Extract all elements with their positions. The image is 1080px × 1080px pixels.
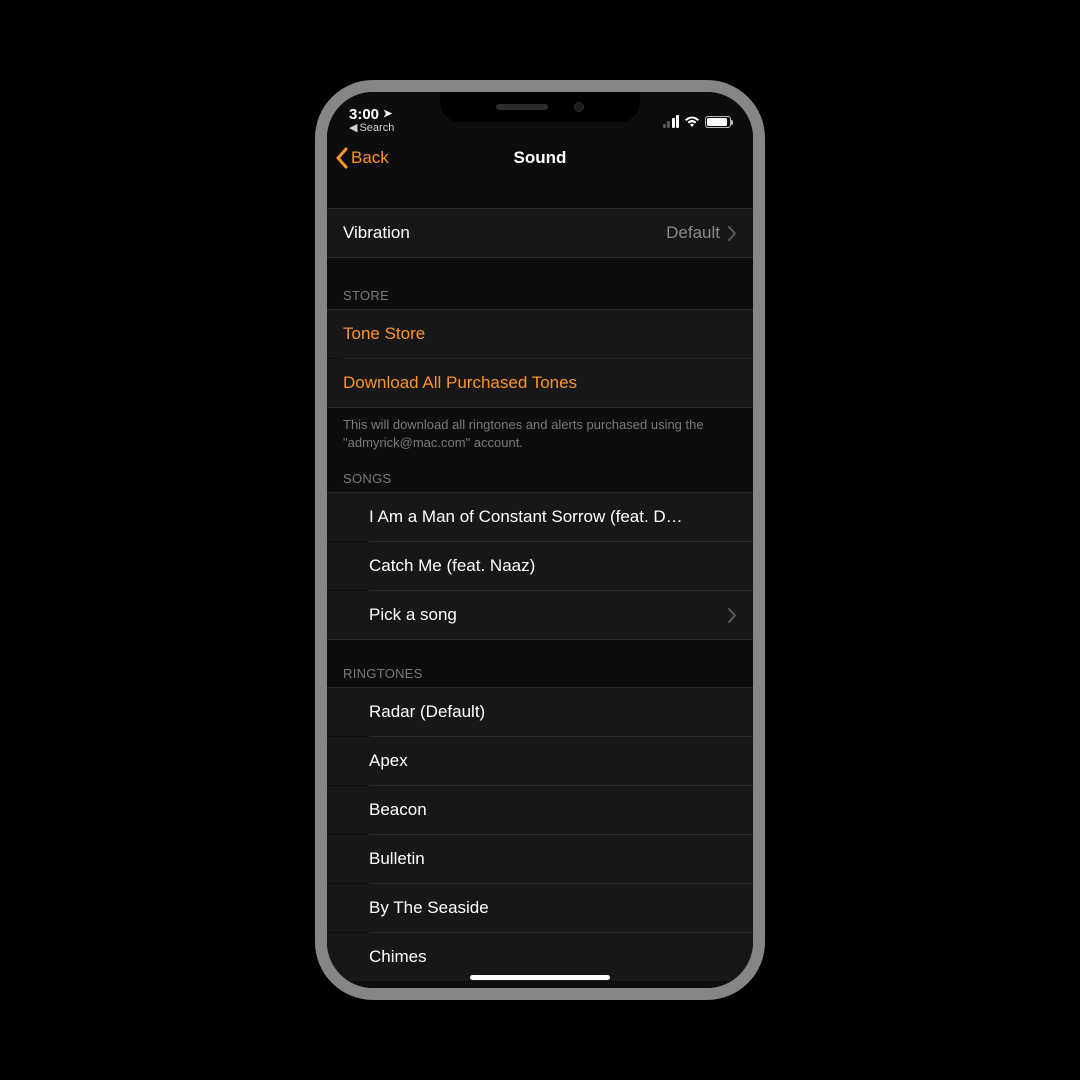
ringtone-row[interactable]: By The Seaside <box>327 884 753 932</box>
ringtone-label: Bulletin <box>369 849 425 869</box>
section-header-store: STORE <box>327 282 753 309</box>
download-all-row[interactable]: Download All Purchased Tones <box>327 359 753 407</box>
phone-frame: 3:00 ➤ ◀ Search <box>315 80 765 1000</box>
ringtone-row[interactable]: Chimes <box>327 933 753 981</box>
section-header-songs: SONGS <box>327 465 753 492</box>
wifi-icon <box>684 116 700 128</box>
battery-icon <box>705 116 731 128</box>
nav-bar: Back Sound <box>327 136 753 180</box>
home-indicator[interactable] <box>470 975 610 980</box>
ringtone-row[interactable]: Beacon <box>327 786 753 834</box>
pick-song-label: Pick a song <box>369 605 457 625</box>
song-label: Catch Me (feat. Naaz) <box>369 556 535 576</box>
vibration-label: Vibration <box>343 223 410 243</box>
screen: 3:00 ➤ ◀ Search <box>327 92 753 988</box>
chevron-right-icon <box>728 226 737 241</box>
back-label: Back <box>351 148 389 168</box>
ringtone-label: Beacon <box>369 800 427 820</box>
cellular-signal-icon <box>663 115 680 128</box>
vibration-row[interactable]: Vibration Default <box>327 209 753 257</box>
breadcrumb-back[interactable]: ◀ Search <box>349 123 394 134</box>
notch <box>440 92 640 122</box>
ringtone-row[interactable]: Apex <box>327 737 753 785</box>
ringtone-row[interactable]: Bulletin <box>327 835 753 883</box>
song-row[interactable]: I Am a Man of Constant Sorrow (feat. D… <box>327 493 753 541</box>
location-arrow-icon: ➤ <box>383 109 392 120</box>
status-time: 3:00 <box>349 107 379 122</box>
ringtone-label: Chimes <box>369 947 427 967</box>
vibration-value: Default <box>666 223 720 243</box>
pick-song-row[interactable]: Pick a song <box>327 591 753 639</box>
tone-store-label: Tone Store <box>343 324 425 344</box>
ringtone-label: Apex <box>369 751 408 771</box>
back-button[interactable]: Back <box>335 147 389 169</box>
breadcrumb-caret-icon: ◀ <box>349 123 357 134</box>
ringtone-label: Radar (Default) <box>369 702 485 722</box>
download-all-label: Download All Purchased Tones <box>343 373 577 393</box>
ringtone-label: By The Seaside <box>369 898 489 918</box>
section-header-ringtones: RINGTONES <box>327 660 753 687</box>
song-label: I Am a Man of Constant Sorrow (feat. D… <box>369 507 683 527</box>
ringtone-row[interactable]: Radar (Default) <box>327 688 753 736</box>
store-footer: This will download all ringtones and ale… <box>327 408 753 455</box>
speaker <box>496 104 548 110</box>
page-title: Sound <box>514 148 567 168</box>
tone-store-row[interactable]: Tone Store <box>327 310 753 358</box>
song-row[interactable]: Catch Me (feat. Naaz) <box>327 542 753 590</box>
chevron-right-icon <box>728 608 737 623</box>
content[interactable]: Vibration Default STORE Tone Store Downl… <box>327 180 753 988</box>
front-camera <box>574 102 584 112</box>
breadcrumb-label: Search <box>359 123 394 134</box>
